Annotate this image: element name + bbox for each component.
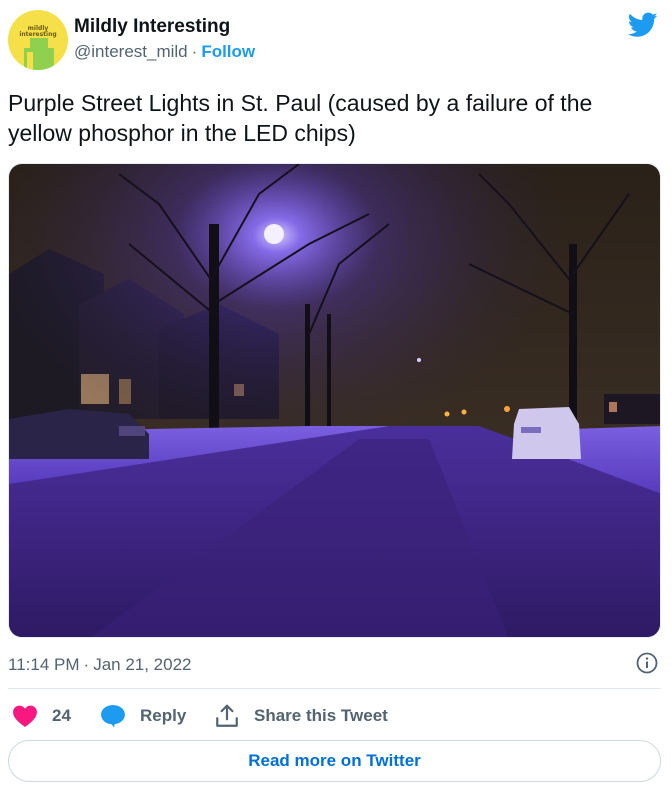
reply-bubble-icon: [101, 705, 125, 728]
photo-purple-street-lights: [9, 164, 660, 637]
share-button[interactable]: Share this Tweet: [214, 702, 388, 730]
tweet-timestamp[interactable]: 11:14 PM · Jan 21, 2022: [8, 654, 192, 676]
tweet-date: Jan 21, 2022: [93, 655, 192, 674]
tweet-time: 11:14 PM: [8, 655, 80, 674]
author-info: Mildly Interesting @interest_mild · Follow: [74, 16, 255, 63]
tweet-text: Purple Street Lights in St. Paul (caused…: [8, 90, 593, 146]
tweet-header: mildly interesting Mildly Interesting @i…: [8, 10, 664, 70]
tweet-actions: 24 Reply Share this Tweet: [8, 702, 658, 730]
avatar[interactable]: mildly interesting: [8, 10, 68, 70]
reply-label: Reply: [140, 706, 187, 725]
avatar-figure-icon: [24, 38, 54, 70]
share-label: Share this Tweet: [254, 706, 388, 725]
info-icon[interactable]: [636, 652, 658, 674]
separator-dot: ·: [83, 655, 90, 674]
separator-dot: ·: [191, 42, 198, 61]
twitter-bird-icon[interactable]: [628, 12, 658, 38]
read-more-button[interactable]: Read more on Twitter: [8, 740, 661, 782]
heart-icon: [13, 705, 37, 728]
like-button[interactable]: 24: [12, 702, 71, 730]
share-icon: [216, 704, 238, 727]
avatar-brand-text: mildly interesting: [19, 25, 57, 38]
like-count: 24: [52, 706, 71, 725]
tweet-embed-card: mildly interesting Mildly Interesting @i…: [0, 0, 672, 790]
tweet-photo[interactable]: [8, 163, 661, 638]
divider: [8, 688, 661, 689]
author-name[interactable]: Mildly Interesting: [74, 16, 255, 38]
follow-link[interactable]: Follow: [201, 42, 255, 61]
reply-button[interactable]: Reply: [100, 702, 186, 730]
author-handle[interactable]: @interest_mild: [74, 42, 188, 61]
author-subline: @interest_mild · Follow: [74, 41, 255, 63]
